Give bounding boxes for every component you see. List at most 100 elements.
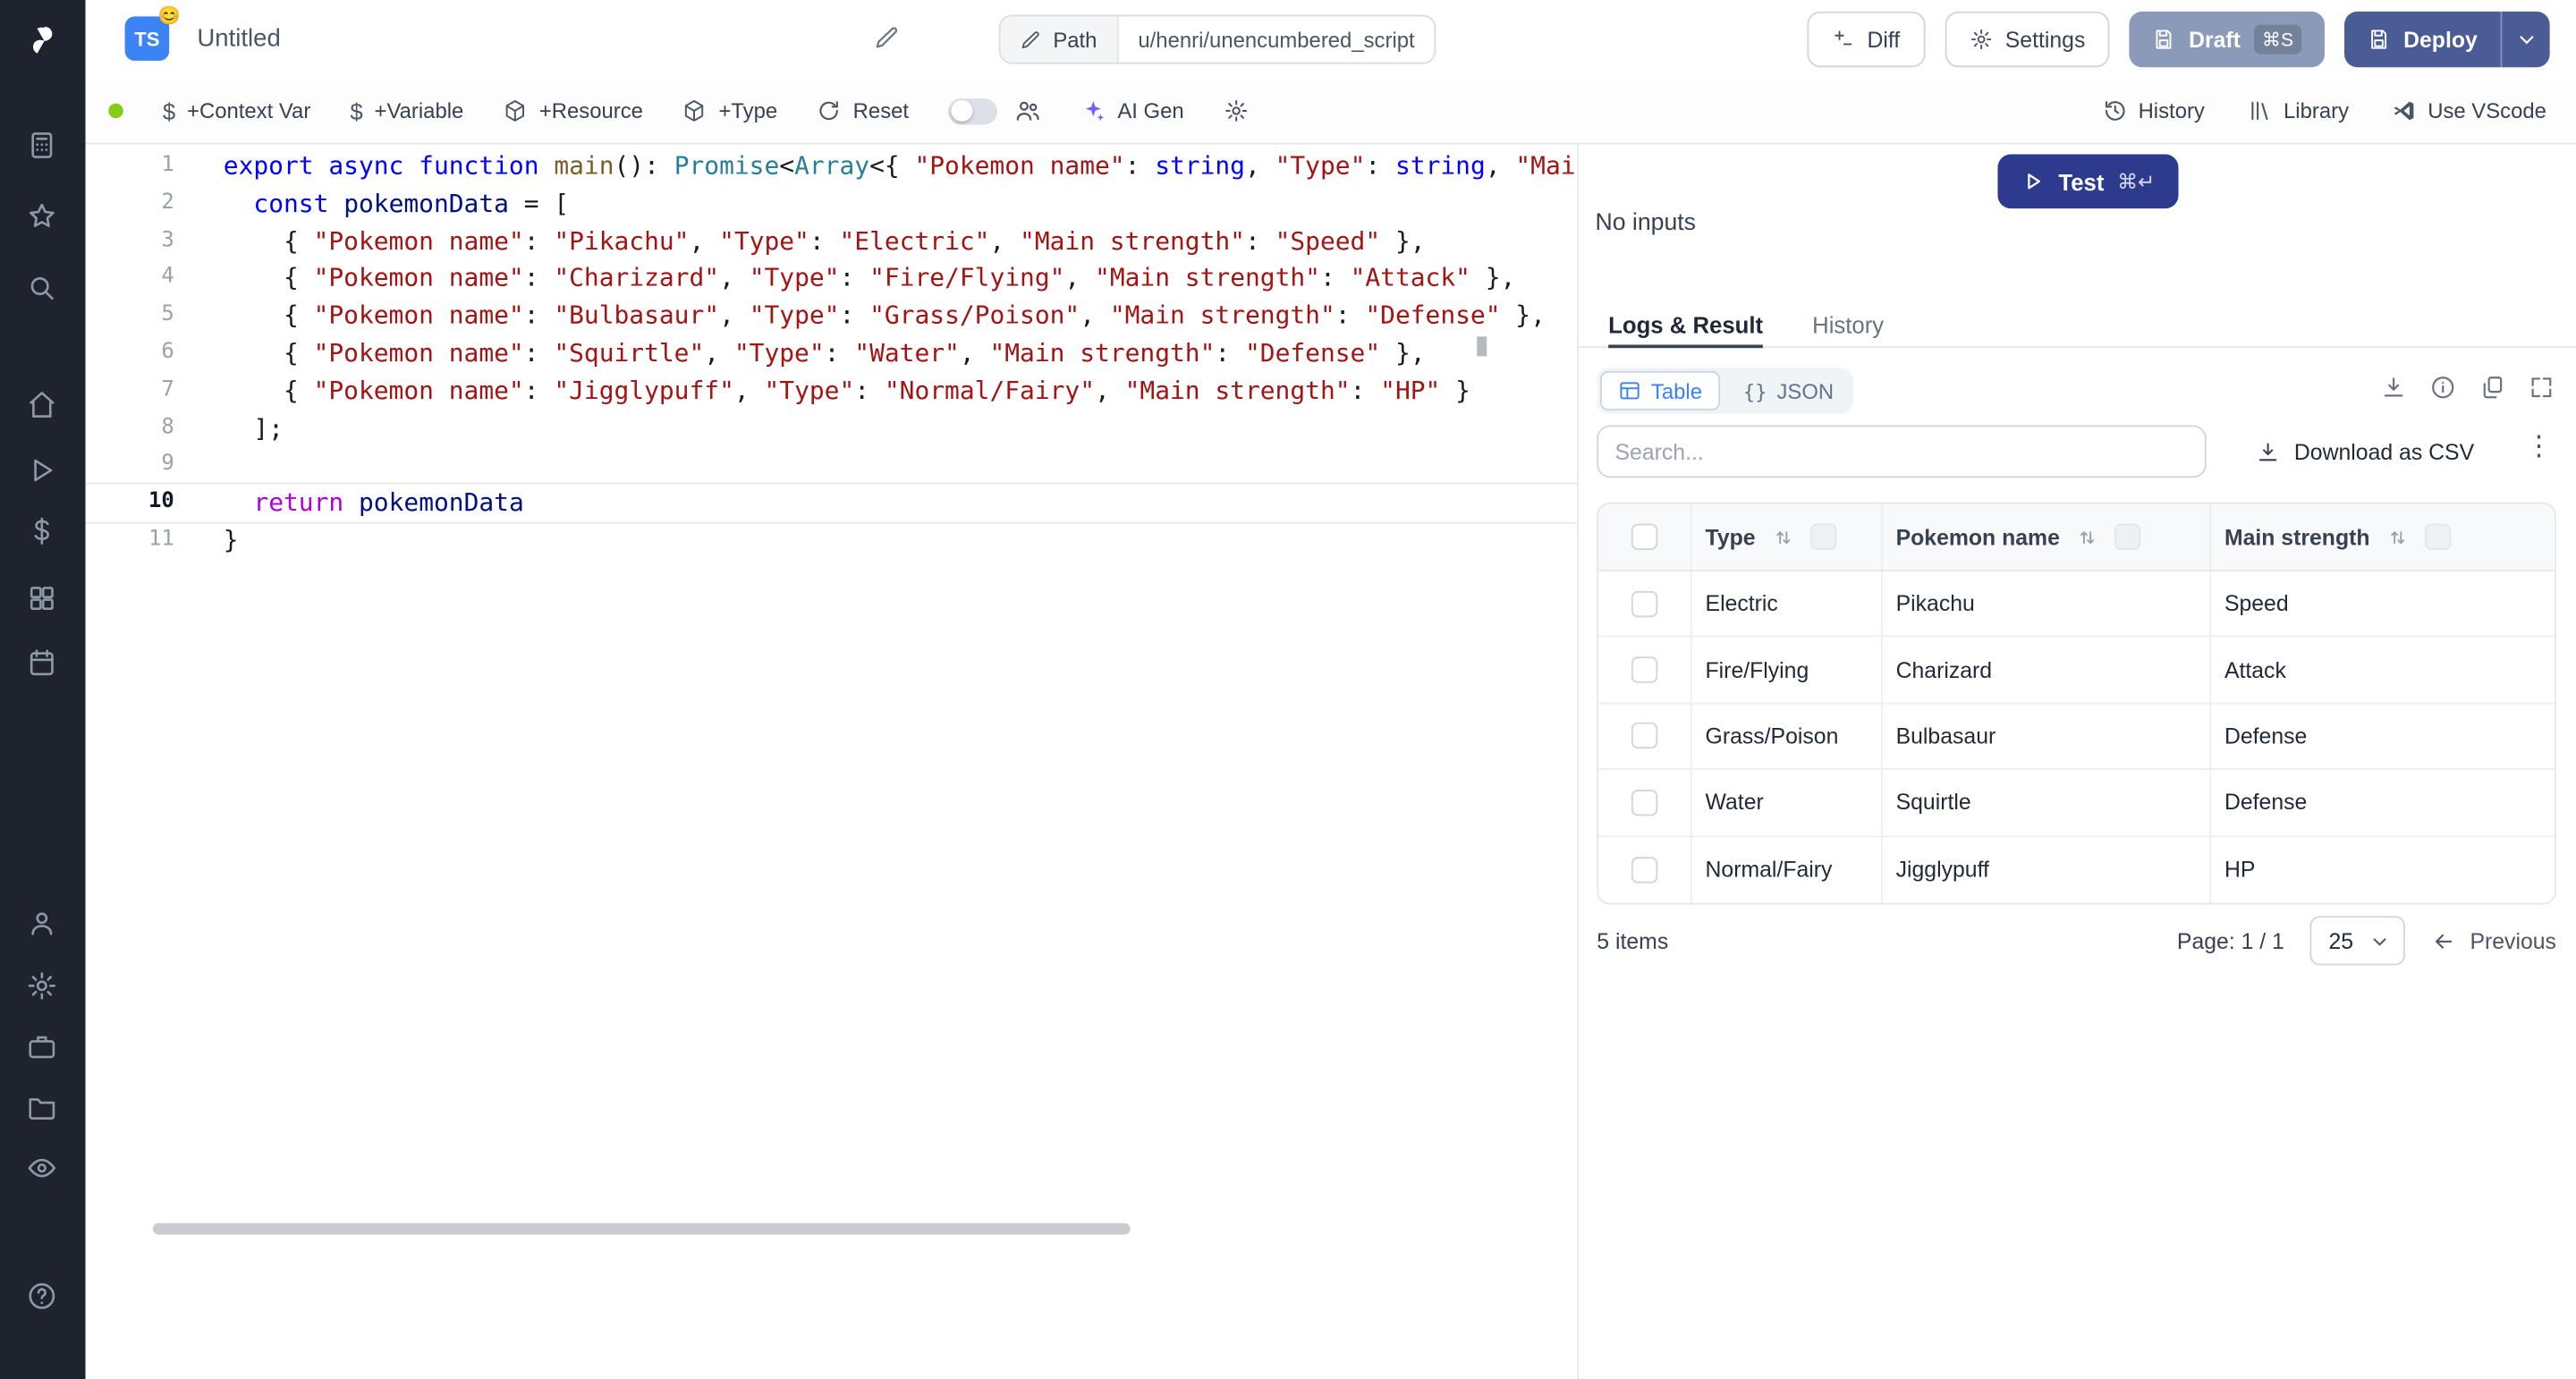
row-checkbox[interactable] [1631, 790, 1657, 816]
badge-emoji: 😊 [158, 5, 181, 27]
download-csv-button[interactable]: Download as CSV [2257, 425, 2474, 478]
column-header-pokemon-name[interactable]: Pokemon name [1881, 504, 2209, 570]
add-variable-button[interactable]: +Variable [350, 97, 463, 123]
path-edit-button[interactable]: Path [1001, 16, 1119, 62]
tab-history[interactable]: History [1812, 302, 1884, 347]
table-row[interactable]: Normal/FairyJigglypuffHP [1598, 836, 2555, 902]
draft-button[interactable]: Draft ⌘S [2130, 12, 2325, 67]
view-json-chip[interactable]: JSON [1727, 371, 1851, 410]
row-checkbox[interactable] [1631, 857, 1657, 883]
gear-icon [1224, 98, 1249, 123]
edit-summary-pencil-icon[interactable] [874, 25, 900, 60]
table-row[interactable]: ElectricPikachuSpeed [1598, 571, 2555, 638]
column-header-type[interactable]: Type [1690, 504, 1881, 570]
info-icon[interactable] [2430, 375, 2456, 410]
download-csv-label: Download as CSV [2294, 439, 2474, 464]
multiplayer-toggle[interactable] [948, 97, 997, 123]
download-icon[interactable] [2380, 375, 2406, 410]
code-lines: 1export async function main(): Promise<A… [86, 148, 1578, 559]
settings-button[interactable]: Settings [1945, 12, 2110, 67]
row-checkbox[interactable] [1631, 590, 1657, 616]
history-button[interactable]: History [2102, 98, 2205, 123]
language-badge: TS 😊 [125, 16, 170, 61]
help-icon[interactable] [26, 1281, 59, 1314]
row-checkbox[interactable] [1631, 656, 1657, 682]
reset-button[interactable]: Reset [817, 98, 909, 123]
test-button[interactable]: Test ⌘↵ [1997, 155, 2178, 209]
reset-label: Reset [853, 98, 909, 123]
code-line[interactable]: 1export async function main(): Promise<A… [86, 148, 1578, 185]
code-line[interactable]: 7 { "Pokemon name": "Jigglypuff", "Type"… [86, 372, 1578, 410]
page-size-select[interactable]: 25 [2310, 916, 2406, 965]
sort-icon[interactable] [1772, 526, 1793, 547]
column-option-box[interactable] [1809, 524, 1835, 550]
deploy-dropdown-caret[interactable] [2501, 12, 2550, 67]
code-line[interactable]: 3 { "Pokemon name": "Pikachu", "Type": "… [86, 223, 1578, 260]
table-row[interactable]: WaterSquirtleDefense [1598, 770, 2555, 836]
code-line[interactable]: 5 { "Pokemon name": "Bulbasaur", "Type":… [86, 298, 1578, 335]
resources-boxes-icon[interactable] [26, 583, 59, 616]
add-type-button[interactable]: +Type [682, 98, 777, 123]
code-line[interactable]: 11} [86, 522, 1578, 560]
home-icon[interactable] [26, 389, 59, 422]
more-options-kebab-icon[interactable] [2525, 430, 2553, 463]
add-context-var-label: +Context Var [187, 98, 310, 123]
row-checkbox[interactable] [1631, 723, 1657, 749]
line-number: 10 [86, 485, 174, 522]
search-icon[interactable] [26, 273, 59, 306]
column-option-box[interactable] [2114, 524, 2140, 550]
draft-shortcut: ⌘S [2254, 25, 2302, 55]
code-line[interactable]: 8 ]; [86, 410, 1578, 447]
table-cell: Electric [1690, 571, 1881, 636]
dollar-icon [350, 97, 362, 123]
add-context-var-button[interactable]: +Context Var [163, 97, 310, 123]
code-editor[interactable]: 1export async function main(): Promise<A… [86, 146, 1578, 1379]
windmill-logo-icon[interactable] [26, 23, 59, 56]
collaborators-icon[interactable] [1014, 97, 1042, 124]
use-vscode-button[interactable]: Use VScode [2392, 98, 2546, 123]
column-header-main-strength[interactable]: Main strength [2209, 504, 2555, 570]
items-count: 5 items [1597, 928, 1668, 953]
workers-briefcase-icon[interactable] [26, 1031, 59, 1064]
table-cell: HP [2209, 836, 2555, 902]
path-control[interactable]: Path u/henri/unencumbered_script [999, 15, 1436, 64]
folders-icon[interactable] [26, 1092, 59, 1125]
expand-icon[interactable] [2529, 375, 2555, 410]
view-table-chip[interactable]: Table [1600, 371, 1720, 410]
editor-horizontal-scrollbar[interactable] [153, 1223, 1131, 1235]
settings-gear-icon[interactable] [26, 970, 59, 1003]
editor-settings-button[interactable] [1224, 98, 1249, 123]
schedules-calendar-icon[interactable] [26, 647, 59, 680]
add-resource-button[interactable]: +Resource [503, 98, 643, 123]
column-option-box[interactable] [2424, 524, 2450, 550]
ai-gen-label: AI Gen [1117, 98, 1183, 123]
previous-page-button[interactable]: Previous [2432, 928, 2556, 953]
search-input[interactable] [1597, 425, 2206, 478]
sort-icon[interactable] [2076, 526, 2097, 547]
favorites-star-icon[interactable] [26, 200, 59, 233]
code-line[interactable]: 4 { "Pokemon name": "Charizard", "Type":… [86, 260, 1578, 298]
tab-logs-result[interactable]: Logs & Result [1608, 302, 1763, 347]
diff-button[interactable]: Diff [1806, 12, 1924, 67]
deploy-button[interactable]: Deploy [2344, 12, 2550, 67]
code-line[interactable]: 10 return pokemonData [86, 485, 1578, 522]
table-row[interactable]: Fire/FlyingCharizardAttack [1598, 638, 2555, 704]
audit-eye-icon[interactable] [26, 1153, 59, 1186]
copy-icon[interactable] [2479, 375, 2505, 410]
users-icon[interactable] [26, 908, 59, 941]
code-line[interactable]: 9 [86, 447, 1578, 485]
runs-play-icon[interactable] [26, 454, 59, 487]
sort-icon[interactable] [2386, 526, 2408, 547]
code-text: return pokemonData [174, 485, 524, 522]
ai-gen-button[interactable]: AI Gen [1081, 98, 1184, 123]
table-footer: 5 items Page: 1 / 1 25 Previous [1597, 908, 2556, 973]
code-line[interactable]: 6 { "Pokemon name": "Squirtle", "Type": … [86, 334, 1578, 372]
code-line[interactable]: 2 const pokemonData = [ [86, 185, 1578, 223]
select-all-checkbox[interactable] [1631, 524, 1657, 550]
numpad-icon[interactable] [26, 130, 59, 163]
library-button[interactable]: Library [2248, 98, 2349, 123]
table-cell: Speed [2209, 571, 2555, 636]
code-text: { "Pokemon name": "Pikachu", "Type": "El… [174, 223, 1426, 260]
variables-dollar-icon[interactable] [26, 515, 59, 548]
table-row[interactable]: Grass/PoisonBulbasaurDefense [1598, 704, 2555, 770]
